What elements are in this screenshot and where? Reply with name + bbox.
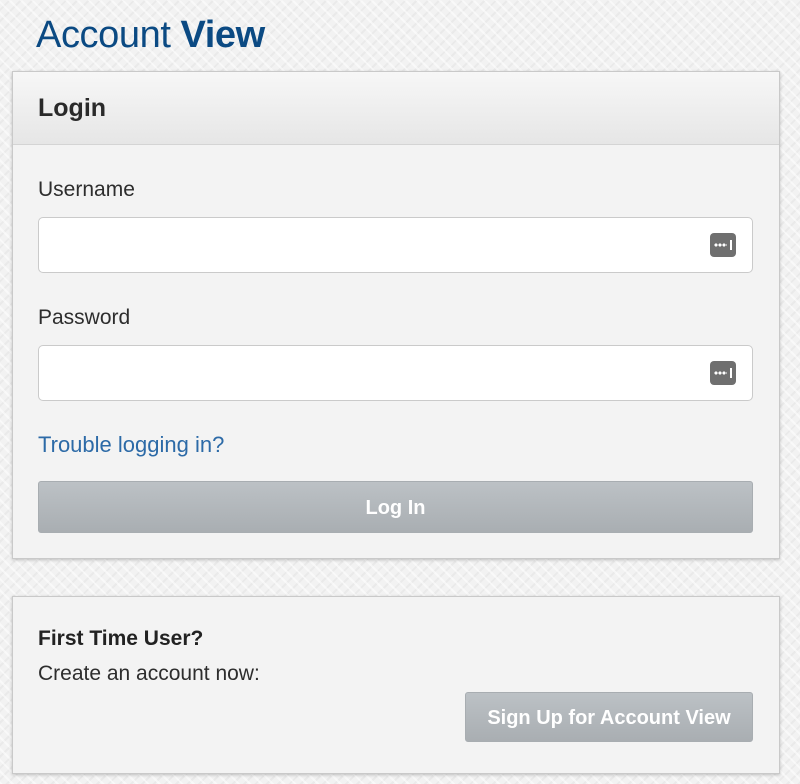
brand-logo: Account View <box>36 8 265 54</box>
password-input[interactable] <box>39 346 752 400</box>
password-dots-shape <box>714 371 727 375</box>
password-bar-shape <box>730 368 732 378</box>
password-label: Password <box>38 306 131 329</box>
brand-bold-text: View <box>180 14 266 56</box>
username-input[interactable] <box>39 218 752 272</box>
login-panel: Login Username Password Trouble logging … <box>12 71 780 559</box>
password-field-wrapper <box>38 345 753 401</box>
brand-light-text: Account <box>36 14 171 56</box>
login-panel-header: Login <box>13 72 779 145</box>
sign-up-button[interactable]: Sign Up for Account View <box>465 692 753 742</box>
password-key-icon[interactable] <box>710 233 736 257</box>
create-account-text: Create an account now: <box>38 662 260 685</box>
username-label: Username <box>38 178 135 201</box>
login-title: Login <box>38 94 107 122</box>
password-bar-shape <box>730 240 732 250</box>
trouble-logging-in-link[interactable]: Trouble logging in? <box>38 432 224 458</box>
log-in-button[interactable]: Log In <box>38 481 753 533</box>
first-time-user-title: First Time User? <box>38 627 204 650</box>
password-dots-shape <box>714 243 727 247</box>
username-field-wrapper <box>38 217 753 273</box>
first-time-user-panel: First Time User? Create an account now: … <box>12 596 780 774</box>
password-key-icon[interactable] <box>710 361 736 385</box>
